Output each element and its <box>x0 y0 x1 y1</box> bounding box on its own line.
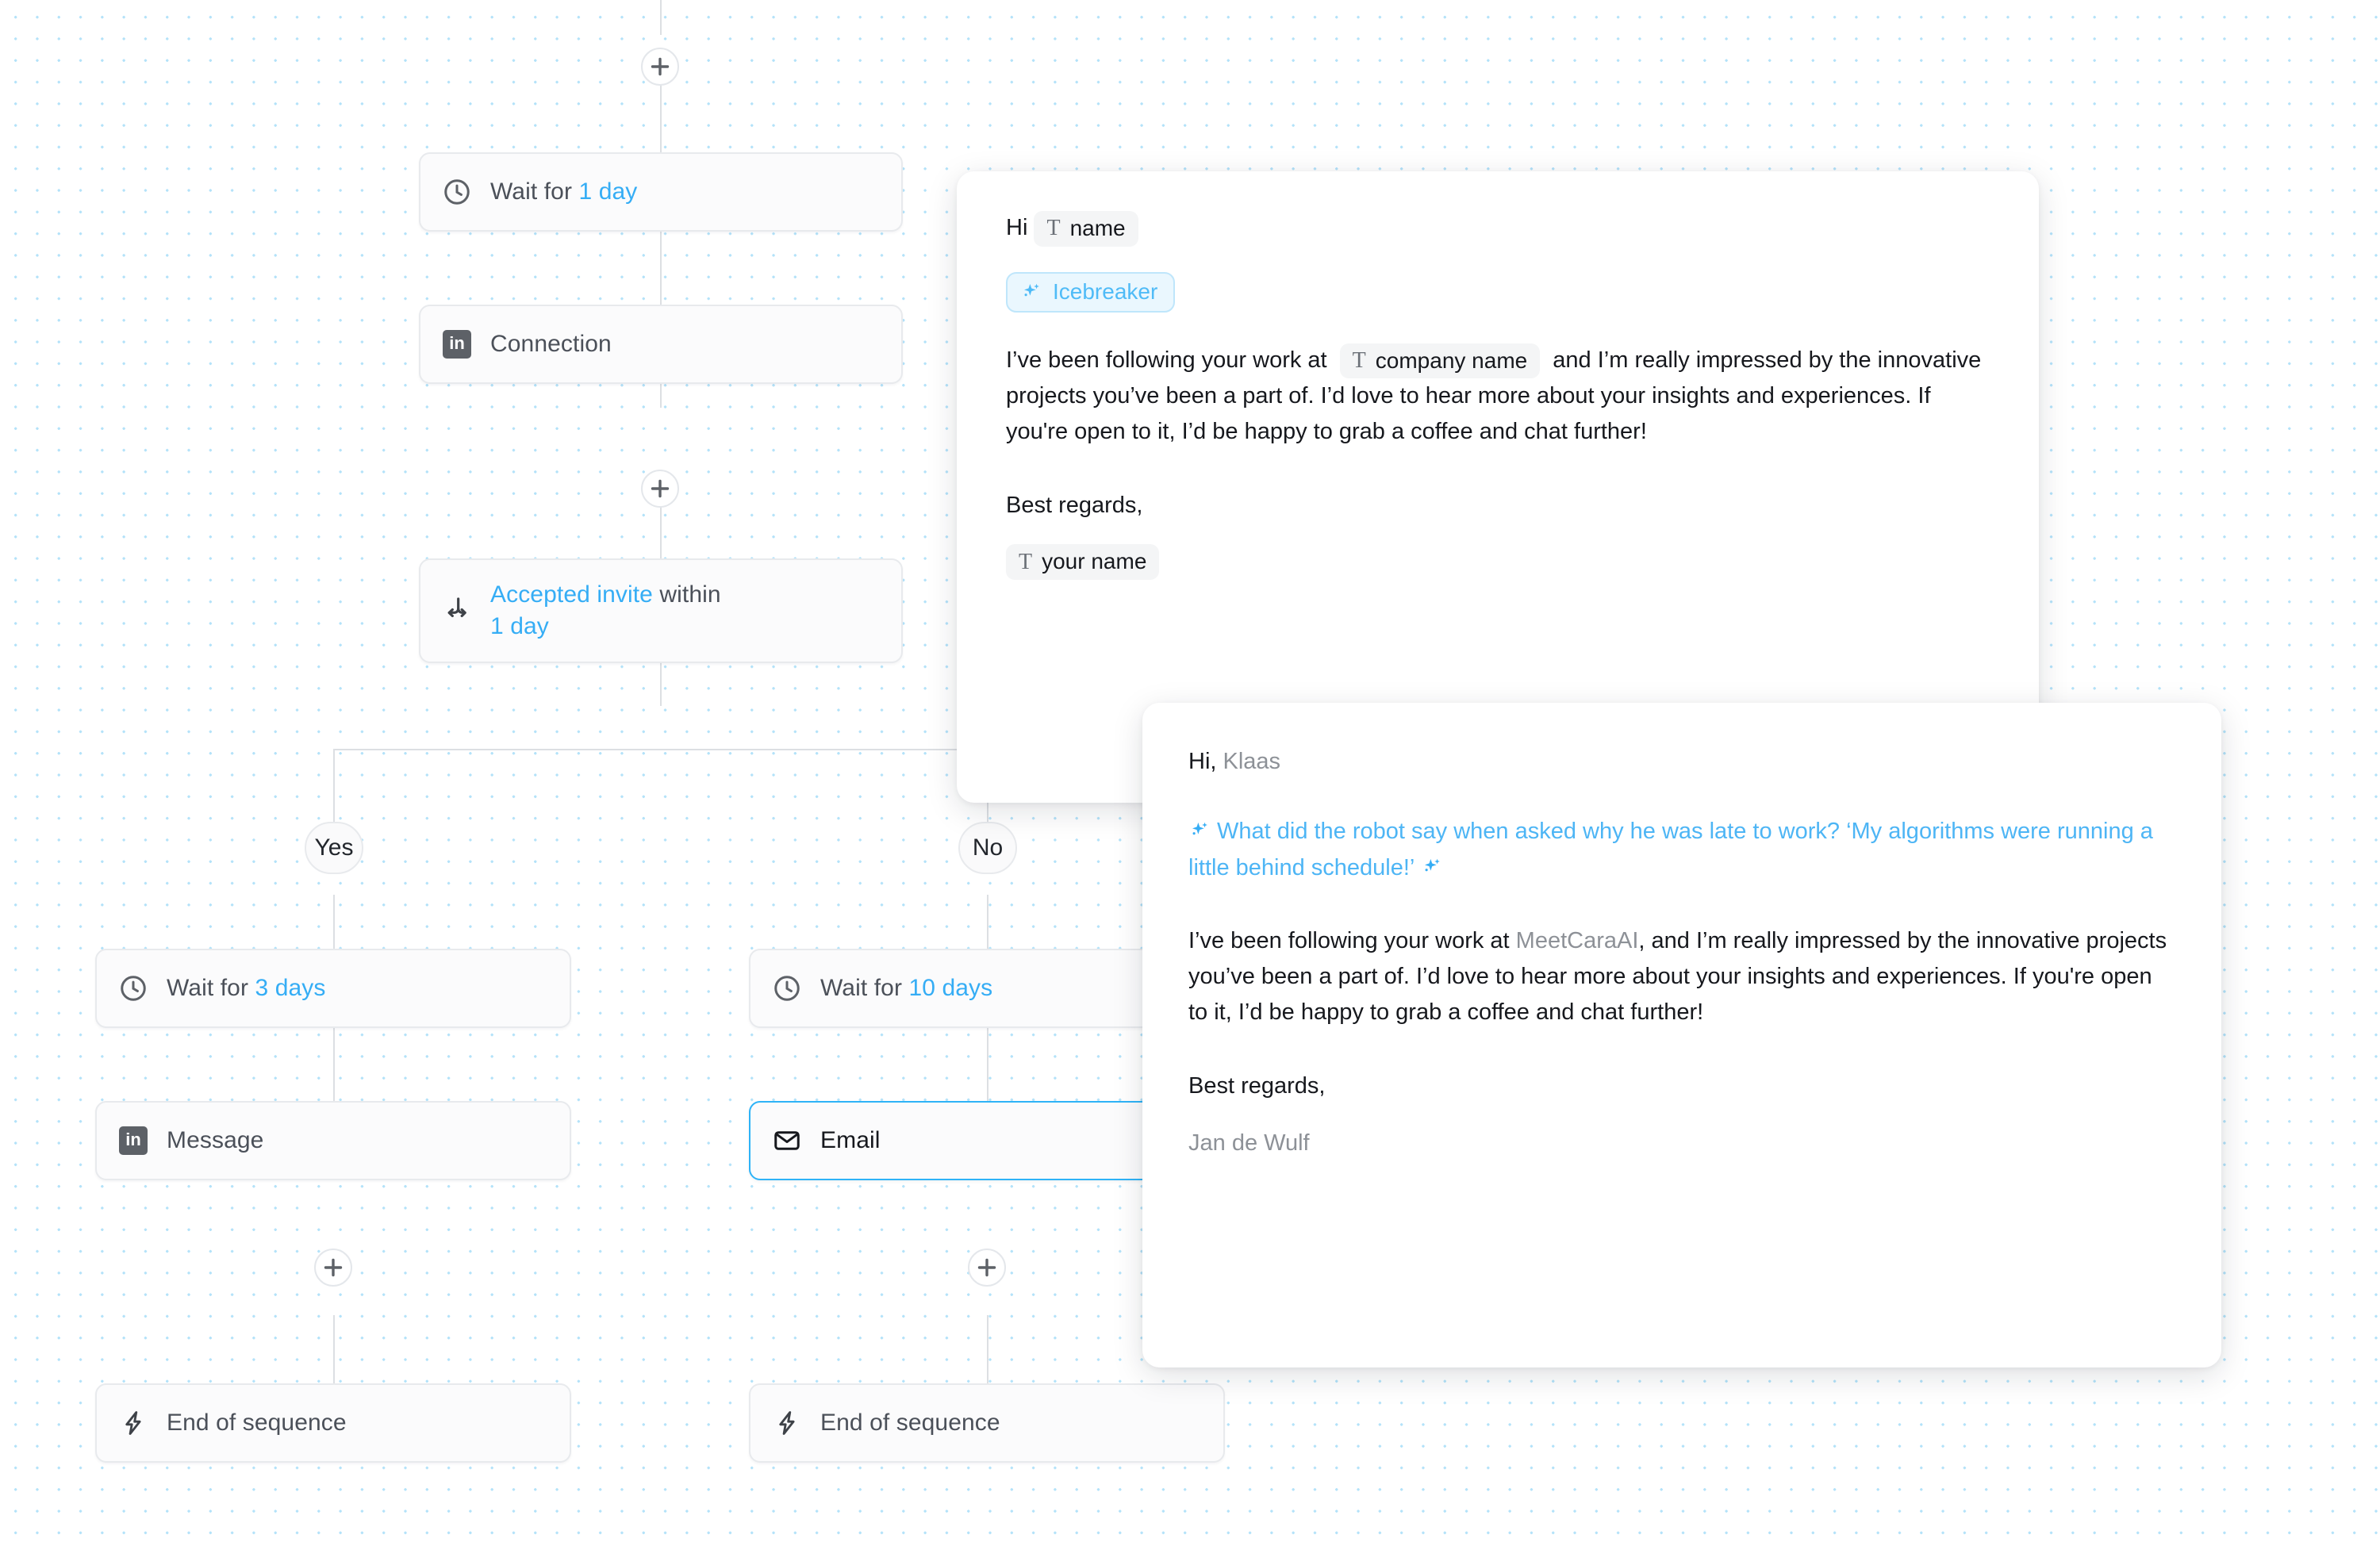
node-label: Accepted invite within 1 day <box>490 581 721 639</box>
envelope-icon <box>771 1125 803 1156</box>
composer-signature-row: T your name <box>1006 544 1990 580</box>
icebreaker-row: Icebreaker <box>1006 271 1990 313</box>
linkedin-icon: in <box>441 328 473 360</box>
node-label: Email <box>820 1127 881 1154</box>
bolt-icon <box>117 1407 149 1439</box>
sparkle-icon <box>1192 822 1207 835</box>
icebreaker-label: Icebreaker <box>1053 278 1158 304</box>
node-label: Message <box>167 1127 264 1154</box>
clock-icon <box>117 972 149 1004</box>
composer-sign-off: Best regards, <box>1006 493 1143 519</box>
chip-label: your name <box>1042 549 1147 574</box>
preview-company-name: MeetCaraAI <box>1515 927 1639 953</box>
add-step-button-no-branch[interactable] <box>968 1249 1006 1287</box>
preview-body: Hi, Klaas What did the robot say when as… <box>1142 703 2221 1161</box>
variable-chip-name[interactable]: T name <box>1034 211 1138 247</box>
bolt-icon <box>771 1407 803 1439</box>
node-label: End of sequence <box>820 1410 1000 1437</box>
chip-label: company name <box>1375 347 1528 373</box>
greeting-text: Hi <box>1006 215 1028 241</box>
node-wait-3-days[interactable]: Wait for 3 days <box>95 949 571 1028</box>
branch-badge-no: No <box>958 822 1017 874</box>
add-step-button-after-connection[interactable] <box>641 470 679 508</box>
node-label: Wait for 10 days <box>820 975 993 1002</box>
node-connection[interactable]: in Connection <box>419 305 903 384</box>
composer-paragraph: I’ve been following your work at T compa… <box>1006 343 1990 451</box>
clock-icon <box>441 176 473 208</box>
node-label: Connection <box>490 331 612 358</box>
preview-body-paragraph: I’ve been following your work at MeetCar… <box>1188 923 2175 1030</box>
connector-line <box>333 895 335 952</box>
connector-line <box>660 73 662 160</box>
node-accepted-invite[interactable]: Accepted invite within 1 day <box>419 558 903 663</box>
preview-icebreaker-line: What did the robot say when asked why he… <box>1188 813 2175 887</box>
connector-line <box>660 0 662 35</box>
node-end-of-sequence-yes[interactable]: End of sequence <box>95 1383 571 1463</box>
add-step-button-top[interactable] <box>641 48 679 86</box>
sequence-canvas[interactable]: Wait for 1 day in Connection Accepted in… <box>0 0 2380 1542</box>
sparkle-icon <box>1024 283 1039 297</box>
connector-line <box>333 1023 335 1106</box>
node-label: Wait for 1 day <box>490 178 638 205</box>
message-preview-panel[interactable]: Hi, Klaas What did the robot say when as… <box>1142 703 2221 1367</box>
plus-icon <box>324 1258 343 1277</box>
branch-badge-yes: Yes <box>305 822 363 874</box>
add-step-button-yes-branch[interactable] <box>314 1249 352 1287</box>
text-variable-icon: T <box>1352 347 1366 373</box>
node-wait-1-day[interactable]: Wait for 1 day <box>419 152 903 232</box>
node-message[interactable]: in Message <box>95 1101 571 1180</box>
branch-label-no: No <box>972 834 1004 861</box>
preview-body-prefix: I’ve been following your work at <box>1188 927 1516 953</box>
node-end-of-sequence-no[interactable]: End of sequence <box>749 1383 1225 1463</box>
plus-icon <box>651 57 670 76</box>
clock-icon <box>771 972 803 1004</box>
composer-greeting-line: Hi T name <box>1006 211 1990 247</box>
preview-sender-name: Jan de Wulf <box>1188 1130 1310 1156</box>
connector-line <box>987 1023 988 1106</box>
node-label: Wait for 3 days <box>167 975 326 1002</box>
plus-icon <box>977 1258 996 1277</box>
text-variable-icon: T <box>1046 216 1061 241</box>
variable-chip-your-name[interactable]: T your name <box>1006 544 1160 580</box>
preview-greeting: Hi, Klaas <box>1188 744 2175 780</box>
preview-recipient-name: Klaas <box>1223 749 1281 774</box>
preview-sign-off: Best regards, <box>1188 1072 1326 1099</box>
branch-label-yes: Yes <box>314 834 354 861</box>
composer-body[interactable]: Hi T name Icebreaker I’ve been following… <box>957 171 2039 580</box>
node-label: End of sequence <box>167 1410 347 1437</box>
text-variable-icon: T <box>1019 549 1033 574</box>
linkedin-icon: in <box>117 1125 149 1156</box>
sparkle-icon <box>1425 859 1441 872</box>
variable-chip-company-name[interactable]: T company name <box>1339 343 1541 379</box>
branch-icon <box>441 595 473 627</box>
plus-icon <box>651 479 670 498</box>
branch-split-line <box>333 749 988 750</box>
connector-line <box>987 895 988 952</box>
composer-body-part1: I’ve been following your work at <box>1006 347 1327 373</box>
preview-greeting-prefix: Hi, <box>1188 749 1223 774</box>
icebreaker-chip[interactable]: Icebreaker <box>1006 271 1176 313</box>
chip-label: name <box>1069 216 1126 240</box>
preview-icebreaker-text: What did the robot say when asked why he… <box>1188 818 2153 881</box>
